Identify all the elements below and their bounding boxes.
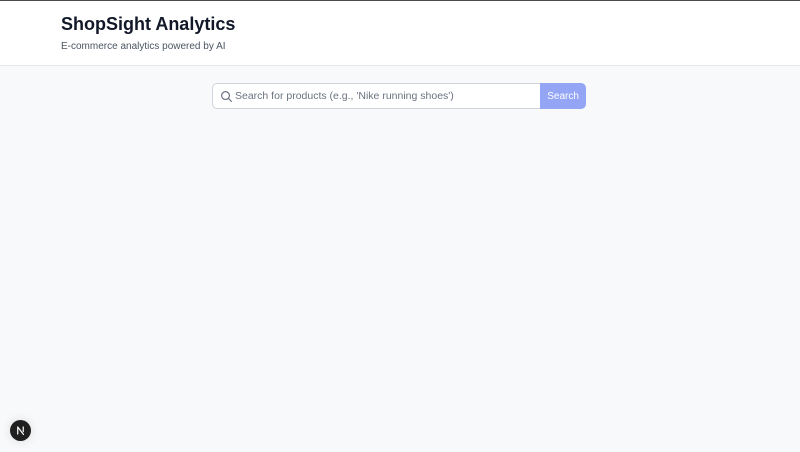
- nextjs-devtools-button[interactable]: [10, 420, 31, 441]
- search-icon: [221, 91, 232, 102]
- app-subtitle: E-commerce analytics powered by AI: [61, 41, 226, 52]
- search-input[interactable]: [235, 84, 535, 108]
- search-form: Search: [212, 83, 586, 109]
- nextjs-logo-icon: [17, 426, 25, 435]
- search-box[interactable]: [212, 83, 541, 109]
- page: ShopSight Analytics E-commerce analytics…: [0, 0, 800, 452]
- app-title: ShopSight Analytics: [61, 14, 236, 34]
- app-header: ShopSight Analytics E-commerce analytics…: [0, 0, 800, 66]
- search-button[interactable]: Search: [540, 83, 586, 109]
